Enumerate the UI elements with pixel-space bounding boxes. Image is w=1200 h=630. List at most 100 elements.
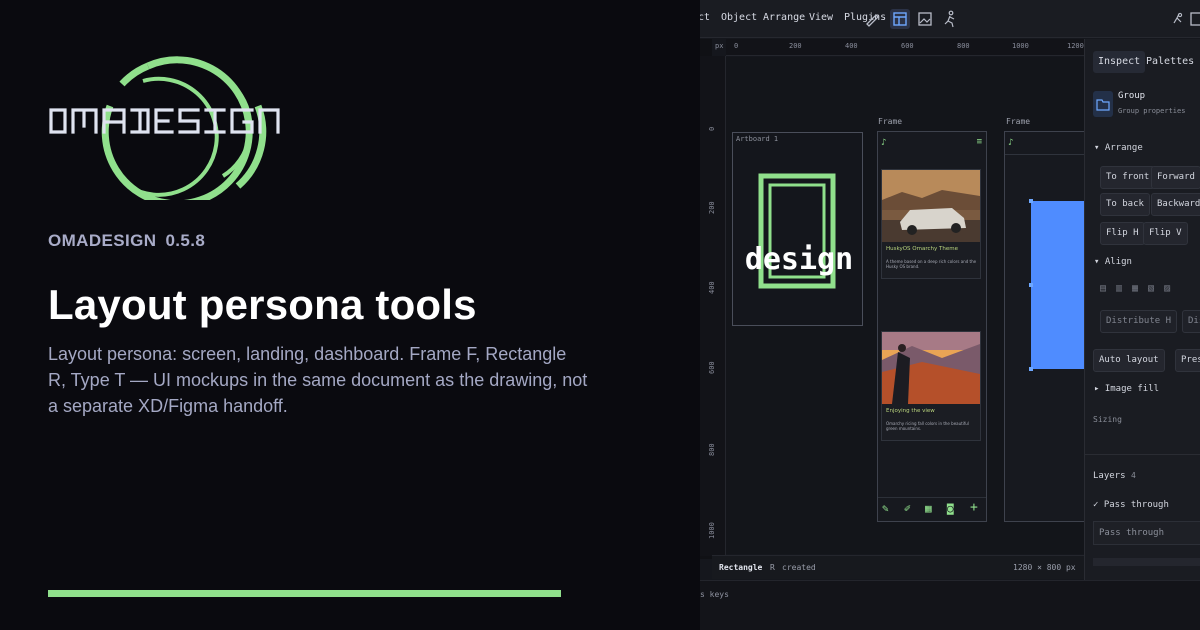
inspector-panel: Inspect Palettes L Group Group propertie… [1084, 39, 1200, 580]
ruler-tick: 0 [734, 42, 739, 50]
flip-h-button[interactable]: Flip H [1100, 222, 1145, 245]
status-size: 1280 × 800 px [1013, 563, 1076, 572]
backward-button[interactable]: Backward [1151, 193, 1200, 216]
arrange-section-label[interactable]: ▾ Arrange [1094, 143, 1143, 153]
align-icons[interactable]: ▤▥▦▧▨ [1100, 283, 1180, 294]
status-tool: Rectangle [719, 563, 763, 572]
divider [1085, 454, 1200, 455]
image-fill-section-label[interactable]: ▸ Image fill [1094, 384, 1159, 394]
camera-icon[interactable]: ◙ [947, 502, 954, 515]
ruler-tick: 1000 [1012, 42, 1029, 50]
pass-through-checkbox[interactable]: ✓ Pass through [1093, 500, 1169, 510]
brush-icon[interactable]: ✐ [904, 502, 911, 515]
frame-desktop[interactable]: ♪ [1004, 131, 1095, 522]
omadesign-logo [49, 56, 280, 200]
menu-view[interactable]: View [809, 12, 833, 23]
distribute-v-button[interactable]: Distr [1182, 310, 1200, 333]
ruler-unit: px [715, 42, 724, 50]
distribute-h-button[interactable]: Distribute H [1100, 310, 1178, 333]
menu-object[interactable]: Object [721, 12, 757, 23]
ruler-tick: 200 [789, 42, 802, 50]
layout-icon[interactable] [890, 9, 910, 29]
ruler-tick: 800 [957, 42, 970, 50]
card-image-car [882, 170, 980, 242]
ruler-tick: 400 [708, 281, 716, 294]
forward-button[interactable]: Forward [1151, 166, 1200, 189]
rectangle-shape[interactable] [1031, 201, 1091, 369]
music-icon: ♪ [1008, 138, 1014, 148]
card-title: HuskyOS Omarchy Theme [886, 246, 958, 252]
accent-bar [48, 590, 561, 597]
present-button[interactable]: Present [1175, 349, 1200, 372]
card-theme[interactable]: HuskyOS Omarchy Theme A theme based on a… [881, 169, 981, 279]
blend-mode-select[interactable]: Pass through [1093, 521, 1200, 545]
artboard-logo-text: design [745, 242, 853, 277]
artboard-label: Artboard 1 [736, 135, 779, 143]
scroll-indicator[interactable] [1093, 558, 1200, 566]
music-icon: ♪ [881, 138, 887, 148]
add-icon[interactable]: + [970, 500, 978, 515]
menu-icon[interactable]: ≡ [977, 137, 982, 147]
image-icon[interactable] [915, 9, 935, 29]
status-bar: Rectangle R created 1280 × 800 px [712, 555, 1084, 579]
page-title: Layout persona tools [48, 281, 477, 328]
card-view[interactable]: Enjoying the view Omarchy ricing fall co… [881, 331, 981, 441]
promo-panel: OMADESIGN 0.5.8 Layout persona tools Layo… [0, 0, 700, 630]
design-canvas[interactable]: Artboard 1 design Frame ♪ ≡ HuskyOS Omar… [726, 57, 1095, 554]
menu-edit[interactable]: ct [700, 12, 710, 23]
to-front-button[interactable]: To front [1100, 166, 1156, 189]
ruler-top: px 0 200 400 600 800 1000 1200 [715, 39, 1086, 56]
status-shortcut: R [770, 563, 775, 572]
artboard-logo: design [745, 173, 853, 289]
ruler-tick: 1000 [708, 522, 716, 539]
version-line: OMADESIGN 0.5.8 [48, 231, 205, 251]
menu-arrange[interactable]: Arrange [763, 12, 805, 23]
ruler-tick: 1200 [1067, 42, 1084, 50]
selection-handle[interactable] [1029, 199, 1033, 203]
selection-handle[interactable] [1029, 283, 1033, 287]
align-section-label[interactable]: ▾ Align [1094, 257, 1132, 267]
grid-icon[interactable]: ▦ [925, 502, 932, 515]
figure-icon[interactable] [940, 9, 960, 29]
pencil-icon[interactable]: ✎ [882, 502, 889, 515]
frame-mobile[interactable]: ♪ ≡ HuskyOS Omarchy Theme A theme based … [877, 131, 987, 522]
tab-layers[interactable]: L [1194, 51, 1200, 73]
tab-palettes[interactable]: Palettes [1141, 51, 1199, 73]
menu-bar: ct Object Arrange View Plugins [700, 0, 1200, 38]
keys-hint: s keys [700, 590, 729, 599]
group-title: Group [1118, 91, 1146, 101]
card-description: A theme based on a deep rich colors and … [886, 259, 977, 269]
card-image-mountains [882, 332, 980, 404]
picture-icon[interactable] [1188, 9, 1200, 29]
ruler-tick: 800 [708, 443, 716, 456]
product-name: OMADESIGN [48, 231, 157, 250]
pen-icon[interactable] [862, 9, 882, 29]
ruler-tick: 400 [845, 42, 858, 50]
tab-inspect[interactable]: Inspect [1093, 51, 1146, 73]
card-title: Enjoying the view [886, 408, 935, 414]
bottom-tabbar: ✎ ✐ ▦ ◙ + [878, 497, 986, 521]
app-screenshot: ct Object Arrange View Plugins px 0 200 … [700, 0, 1200, 630]
artboard-1[interactable]: Artboard 1 design [732, 132, 863, 326]
folder-icon [1093, 91, 1113, 117]
ruler-tick: 200 [708, 201, 716, 214]
ruler-tick: 0 [708, 126, 716, 131]
divider [1005, 154, 1095, 155]
version-number: 0.5.8 [165, 231, 206, 250]
status-action: created [782, 563, 816, 572]
card-description: Omarchy ricing fall colors in the beauti… [886, 421, 969, 431]
selection-handle[interactable] [1029, 367, 1033, 371]
frame-label: Frame [1006, 117, 1031, 126]
flip-v-button[interactable]: Flip V [1143, 222, 1188, 245]
ruler-tick: 600 [901, 42, 914, 50]
sizing-label: Sizing [1093, 415, 1122, 424]
keys-bar: s keys [700, 580, 1200, 630]
layers-label: Layers 4 [1093, 471, 1136, 481]
plugin-icon[interactable] [1168, 9, 1188, 29]
frame-label: Frame [878, 117, 903, 126]
auto-layout-button[interactable]: Auto layout [1093, 349, 1165, 372]
description-text: Layout persona: screen, landing, dashboa… [48, 344, 588, 416]
to-back-button[interactable]: To back [1100, 193, 1150, 216]
group-subtitle: Group properties [1118, 107, 1186, 115]
ruler-left: 0 200 400 600 800 1000 [700, 56, 726, 556]
